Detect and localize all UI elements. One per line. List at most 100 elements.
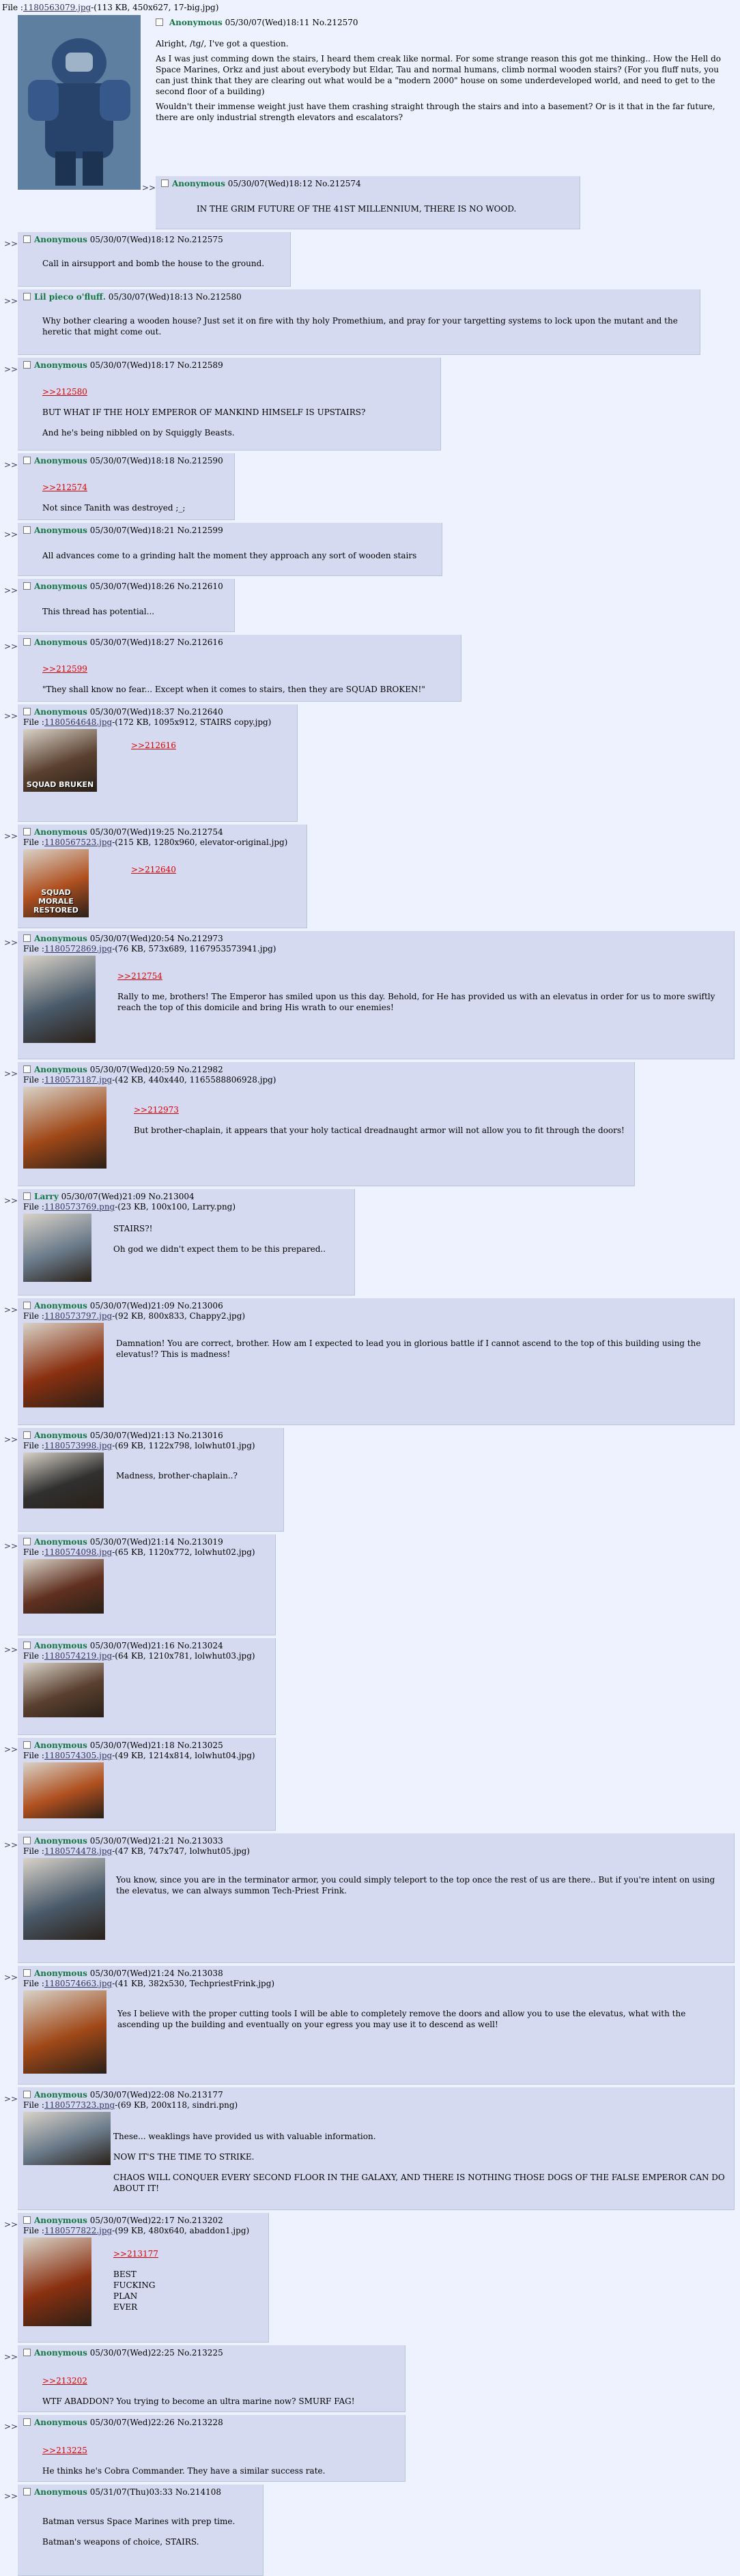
delete-checkbox[interactable] (23, 1538, 31, 1545)
delete-checkbox[interactable] (23, 1302, 31, 1309)
post-number[interactable]: No.212589 (177, 360, 223, 370)
post-thumbnail[interactable] (23, 1663, 104, 1717)
file-link[interactable]: 1180573797.jpg (44, 1311, 112, 1321)
post-thumbnail[interactable] (23, 1087, 106, 1169)
post-thumbnail[interactable] (23, 2112, 111, 2165)
delete-checkbox[interactable] (23, 235, 31, 243)
post-message: Yes I believe with the proper cutting to… (117, 2008, 725, 2040)
post-thumbnail[interactable] (23, 1762, 104, 1818)
delete-checkbox[interactable] (23, 1431, 31, 1439)
post-number[interactable]: No.213177 (177, 2090, 223, 2100)
post-thumbnail[interactable]: SQUAD BRUKEN (23, 729, 97, 792)
post-thumbnail[interactable] (23, 956, 96, 1043)
op-file-link[interactable]: 1180563079.jpg (23, 3, 91, 12)
post-number[interactable]: No.212616 (177, 638, 223, 647)
post-number[interactable]: No.213016 (177, 1431, 223, 1440)
post-thumbnail[interactable] (23, 1559, 104, 1614)
post-number[interactable]: No.212754 (177, 827, 223, 837)
file-link[interactable]: 1180577323.png (44, 2100, 115, 2110)
post-thumbnail[interactable]: SQUAD MORALE RESTORED (23, 849, 89, 917)
delete-checkbox[interactable] (23, 1837, 31, 1844)
post-number[interactable]: No.212973 (177, 934, 223, 943)
post-number[interactable]: No.212610 (177, 582, 223, 591)
op-number[interactable]: No.212570 (312, 18, 358, 27)
delete-checkbox[interactable] (161, 180, 169, 187)
quote-link[interactable]: >>213225 (42, 2445, 396, 2456)
file-link[interactable]: 1180574663.jpg (44, 1979, 112, 1988)
file-link[interactable]: 1180573998.jpg (44, 1441, 112, 1450)
delete-checkbox[interactable] (23, 1741, 31, 1749)
delete-checkbox[interactable] (23, 361, 31, 369)
post-number[interactable]: No.213225 (177, 2348, 223, 2358)
post-number[interactable]: No.213202 (177, 2216, 223, 2225)
delete-checkbox[interactable] (23, 582, 31, 590)
delete-checkbox[interactable] (23, 1192, 31, 1200)
post-message: >>213202 WTF ABADDON? You trying to becom… (42, 2375, 396, 2416)
file-link[interactable]: 1180573769.png (44, 1202, 115, 1212)
file-link[interactable]: 1180573187.jpg (44, 1075, 112, 1085)
post-thumbnail[interactable] (23, 1452, 104, 1508)
quote-link[interactable]: >>213177 (113, 2248, 259, 2259)
delete-checkbox[interactable] (23, 2488, 31, 2495)
file-link[interactable]: 1180567523.jpg (44, 838, 112, 847)
post-number[interactable]: No.214108 (175, 2487, 221, 2497)
post-number[interactable]: No.213019 (177, 1537, 223, 1547)
quote-link[interactable]: >>212973 (134, 1104, 625, 1115)
post-number[interactable]: No.213033 (177, 1836, 223, 1846)
file-link[interactable]: 1180574305.jpg (44, 1751, 112, 1760)
post-number[interactable]: No.213006 (177, 1301, 223, 1311)
post-thumbnail[interactable] (23, 2237, 91, 2326)
reply-box: Anonymous 05/30/07(Wed)21:24 No.213038 Fi… (18, 1966, 735, 2085)
quote-link[interactable]: >>212616 (131, 740, 288, 751)
delete-checkbox[interactable] (23, 2349, 31, 2356)
delete-checkbox[interactable] (23, 828, 31, 835)
delete-checkbox[interactable] (23, 457, 31, 464)
post-number[interactable]: No.212590 (177, 456, 223, 466)
delete-checkbox[interactable] (23, 2216, 31, 2224)
post-message: Call in airsupport and bomb the house to… (42, 258, 281, 278)
delete-checkbox[interactable] (23, 708, 31, 715)
delete-checkbox[interactable] (23, 2418, 31, 2426)
post-number[interactable]: No.212982 (177, 1065, 223, 1074)
post-number[interactable]: No.212580 (196, 292, 242, 302)
post-number[interactable]: No.213228 (177, 2418, 223, 2427)
quote-link[interactable]: >>213202 (42, 2375, 396, 2386)
post-number[interactable]: No.212640 (177, 707, 223, 717)
post-number[interactable]: No.212574 (315, 179, 361, 188)
post-number[interactable]: No.212575 (177, 235, 223, 244)
message-line: Yes I believe with the proper cutting to… (117, 2009, 686, 2029)
file-label: File : (23, 1846, 44, 1856)
delete-checkbox[interactable] (23, 293, 31, 300)
delete-checkbox[interactable] (23, 1642, 31, 1649)
post-number[interactable]: No.213025 (177, 1741, 223, 1750)
file-link[interactable]: 1180577822.jpg (44, 2226, 112, 2235)
quote-link[interactable]: >>212580 (42, 386, 431, 397)
post-number[interactable]: No.213004 (148, 1192, 194, 1201)
post-number[interactable]: No.212599 (177, 526, 223, 535)
space-marine-image (18, 15, 141, 190)
post-number[interactable]: No.213024 (177, 1641, 223, 1650)
delete-checkbox[interactable] (23, 526, 31, 534)
delete-checkbox[interactable] (23, 1065, 31, 1073)
quote-link[interactable]: >>212640 (131, 864, 298, 875)
file-link[interactable]: 1180574098.jpg (44, 1547, 112, 1557)
post-thumbnail[interactable] (23, 1214, 91, 1282)
post-number[interactable]: No.213038 (177, 1969, 223, 1978)
delete-checkbox[interactable] (23, 638, 31, 646)
post-thumbnail[interactable] (23, 1858, 105, 1940)
file-link[interactable]: 1180564648.jpg (44, 717, 112, 727)
op-delete-checkbox[interactable] (156, 18, 163, 26)
delete-checkbox[interactable] (23, 934, 31, 942)
quote-link[interactable]: >>212599 (42, 663, 452, 674)
quote-link[interactable]: >>212574 (42, 482, 225, 493)
delete-checkbox[interactable] (23, 2091, 31, 2098)
delete-checkbox[interactable] (23, 1969, 31, 1977)
message-line: Batman versus Space Marines with prep ti… (42, 2517, 236, 2526)
file-link[interactable]: 1180572869.jpg (44, 944, 112, 954)
quote-link[interactable]: >>212754 (117, 971, 725, 982)
post-thumbnail[interactable] (23, 1990, 106, 2074)
post-thumbnail[interactable] (23, 1323, 104, 1407)
file-link[interactable]: 1180574219.jpg (44, 1651, 112, 1661)
op-image[interactable] (18, 15, 141, 190)
file-link[interactable]: 1180574478.jpg (44, 1846, 112, 1856)
